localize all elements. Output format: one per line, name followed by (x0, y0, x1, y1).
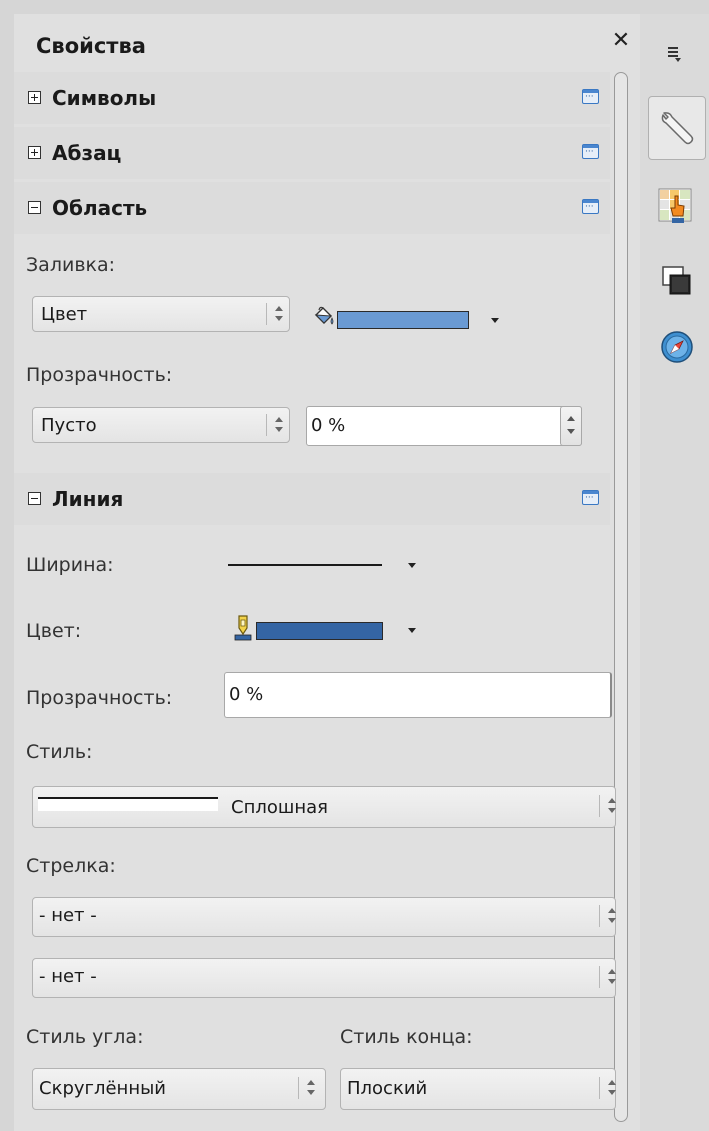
transparency-type-value: Пусто (41, 415, 97, 436)
cap-style-select[interactable]: Плоский (340, 1068, 616, 1110)
arrow-label: Стрелка: (26, 855, 116, 877)
gallery-icon (662, 266, 691, 295)
collapse-icon[interactable] (28, 492, 41, 505)
more-options-icon[interactable] (582, 89, 599, 104)
wrench-icon (657, 109, 697, 154)
tab-navigator[interactable] (660, 330, 694, 369)
paint-bucket-icon[interactable] (312, 306, 336, 328)
more-options-icon[interactable] (582, 199, 599, 214)
section-title-line: Линия (52, 487, 124, 511)
expand-icon[interactable] (28, 91, 41, 104)
scrollbar-thumb[interactable] (614, 72, 628, 1122)
arrow-end-value: - нет - (39, 966, 97, 987)
spin-arrows-icon (599, 905, 619, 927)
more-options-icon[interactable] (582, 490, 599, 505)
close-icon[interactable]: ✕ (610, 30, 632, 52)
corner-style-select[interactable]: Скруглённый (32, 1068, 326, 1110)
line-style-preview (38, 797, 218, 811)
corner-style-value: Скруглённый (39, 1078, 167, 1099)
line-width-preview[interactable] (228, 564, 382, 566)
line-color-swatch[interactable] (256, 622, 383, 640)
line-width-label: Ширина: (26, 554, 114, 576)
section-title-paragraph: Абзац (52, 141, 122, 165)
fill-label: Заливка: (26, 254, 116, 276)
line-style-label: Стиль: (26, 741, 93, 763)
line-color-label: Цвет: (26, 620, 82, 642)
area-transparency-label: Прозрачность: (26, 364, 173, 386)
arrow-end-select[interactable]: - нет - (32, 958, 616, 998)
expand-icon[interactable] (28, 146, 41, 159)
styles-icon (658, 188, 692, 223)
section-header-paragraph[interactable]: Абзац (14, 127, 610, 179)
section-title-area: Область (52, 196, 148, 220)
properties-panel: Свойства ✕ Символы Абзац Область Заливка… (14, 14, 640, 1131)
line-color-dropdown-icon[interactable] (408, 628, 416, 633)
section-header-symbols[interactable]: Символы (14, 72, 610, 124)
area-transparency-field[interactable]: 0 % (306, 406, 582, 446)
spin-arrows-icon (599, 795, 619, 817)
section-header-area[interactable]: Область (14, 182, 610, 234)
spin-arrows-icon (599, 1077, 619, 1099)
spin-arrows-icon (266, 303, 286, 325)
collapse-icon[interactable] (28, 201, 41, 214)
fill-type-value: Цвет (41, 304, 88, 325)
fill-color-dropdown-icon[interactable] (491, 318, 499, 323)
panel-title: Свойства (36, 34, 146, 58)
tab-gallery[interactable] (662, 266, 692, 301)
spin-arrows-icon (599, 966, 619, 988)
spin-arrows-icon (266, 414, 286, 436)
line-width-dropdown-icon[interactable] (408, 563, 416, 568)
fill-color-swatch[interactable] (337, 311, 469, 329)
transparency-type-select[interactable]: Пусто (32, 407, 290, 443)
line-transparency-value: 0 % (229, 684, 264, 705)
fill-type-select[interactable]: Цвет (32, 296, 290, 332)
section-title-symbols: Символы (52, 86, 157, 110)
spin-arrows-icon (298, 1077, 318, 1099)
cap-style-label: Стиль конца: (340, 1026, 473, 1048)
line-transparency-field[interactable]: 0 % (224, 672, 612, 718)
cap-style-value: Плоский (347, 1078, 428, 1099)
line-style-value: Сплошная (231, 797, 328, 818)
arrow-start-value: - нет - (39, 905, 97, 926)
sidebar-menu-icon[interactable] (668, 46, 682, 62)
area-transparency-value: 0 % (311, 415, 346, 436)
arrow-start-select[interactable]: - нет - (32, 897, 616, 937)
line-color-pen-icon[interactable] (232, 614, 254, 642)
line-style-select[interactable]: Сплошная (32, 786, 616, 828)
line-transparency-label: Прозрачность: (26, 687, 173, 709)
sidebar-tabbar (640, 14, 709, 1131)
section-header-line[interactable]: Линия (14, 473, 610, 525)
spin-arrows-icon[interactable] (560, 406, 582, 446)
navigator-compass-icon (661, 331, 693, 363)
more-options-icon[interactable] (582, 144, 599, 159)
corner-style-label: Стиль угла: (26, 1026, 144, 1048)
tab-styles[interactable] (658, 188, 692, 231)
tab-properties[interactable] (648, 96, 706, 160)
